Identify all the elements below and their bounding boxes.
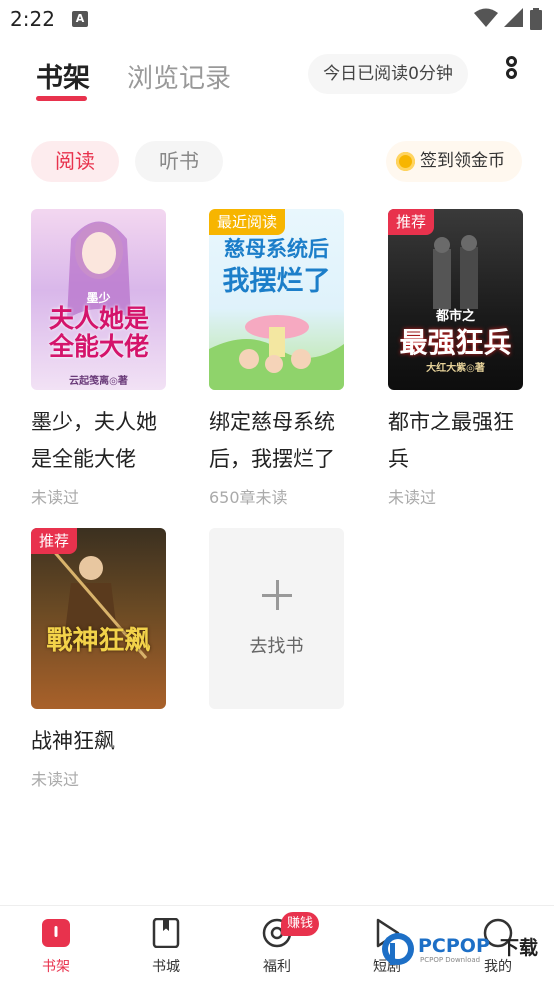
- watermark-cn: 下载: [500, 937, 539, 959]
- recommend-badge: 推荐: [31, 528, 78, 554]
- cover-author: 大红大紫◎著: [426, 363, 485, 374]
- nav-label: 书架: [42, 959, 70, 975]
- status-icons: [474, 8, 542, 30]
- book-card[interactable]: 戰神狂飙 推荐 战神狂飙 未读过: [31, 528, 166, 790]
- book-cover[interactable]: 都市之 最强狂兵 大红大紫◎著 推荐: [388, 209, 523, 390]
- find-book-label: 去找书: [249, 636, 304, 657]
- book-cover[interactable]: 慈母系统后 我摆烂了 最近阅读: [209, 209, 344, 390]
- gold-coin-icon: [396, 152, 415, 171]
- tab-bookshelf[interactable]: 书架: [36, 56, 90, 95]
- pcpop-logo-icon: [382, 933, 414, 965]
- notification-icon: A: [72, 11, 88, 27]
- book-card[interactable]: 都市之 最强狂兵 大红大紫◎著 推荐 都市之最强狂兵 未读过: [388, 209, 523, 508]
- book-title[interactable]: 都市之最强狂兵: [388, 404, 528, 478]
- book-read-status: 未读过: [31, 488, 80, 507]
- tab-browse-history[interactable]: 浏览记录: [127, 58, 231, 95]
- earn-money-badge: 赚钱: [281, 912, 319, 936]
- book-card[interactable]: 墨少 夫人她是全能大佬 云起笺离◎著 墨少，夫人她是全能大佬 未读过: [31, 209, 166, 508]
- book-title[interactable]: 绑定慈母系统后，我摆烂了: [209, 404, 349, 478]
- checkin-button[interactable]: 签到领金币: [386, 141, 522, 182]
- cover-title-line-2: 我摆烂了: [222, 266, 331, 297]
- watermark-sub: PCPOP Download: [420, 956, 481, 964]
- more-vertical-icon[interactable]: [500, 56, 522, 90]
- pcpop-watermark: PCPOP 下载 PCPOP Download: [376, 925, 554, 977]
- filter-read-chip[interactable]: 阅读: [31, 141, 119, 182]
- recommend-badge: 推荐: [388, 209, 435, 235]
- book-title[interactable]: 战神狂飙: [31, 723, 171, 760]
- recent-read-badge: 最近阅读: [209, 209, 286, 235]
- nav-item-bookstore[interactable]: 书城: [131, 917, 201, 976]
- cover-title: 最强狂兵: [399, 326, 512, 359]
- nav-item-bookshelf[interactable]: 书架: [21, 918, 91, 976]
- book-card[interactable]: 慈母系统后 我摆烂了 最近阅读 绑定慈母系统后，我摆烂了 650章未读: [209, 209, 344, 508]
- nav-label: 福利: [263, 959, 291, 975]
- book-read-status: 未读过: [388, 488, 437, 507]
- battery-icon: [530, 8, 542, 30]
- book-read-status: 650章未读: [209, 488, 288, 507]
- nav-label: 书城: [152, 959, 180, 975]
- checkin-label: 签到领金币: [420, 151, 505, 171]
- cover-title: 戰神狂飙: [46, 626, 151, 656]
- wifi-icon: [474, 8, 498, 27]
- cover-title: 夫人她是全能大佬: [48, 304, 149, 361]
- active-tab-indicator: [36, 96, 87, 101]
- book-title[interactable]: 墨少，夫人她是全能大佬: [31, 404, 171, 478]
- plus-icon: [262, 580, 292, 610]
- status-time: 2:22: [10, 7, 55, 31]
- cover-author: 云起笺离◎著: [69, 376, 128, 387]
- book-cover[interactable]: 墨少 夫人她是全能大佬 云起笺离◎著: [31, 209, 166, 390]
- find-book-card[interactable]: 去找书: [209, 528, 344, 709]
- reading-time-pill[interactable]: 今日已阅读0分钟: [308, 54, 468, 94]
- watermark-brand: PCPOP: [418, 935, 490, 957]
- bookshelf-icon: [41, 918, 71, 948]
- bookstore-icon: [151, 917, 181, 949]
- book-cover[interactable]: 戰神狂飙 推荐: [31, 528, 166, 709]
- filter-listen-chip[interactable]: 听书: [135, 141, 223, 182]
- status-bar: 2:22 A: [0, 0, 554, 38]
- signal-icon: [504, 8, 523, 27]
- header: 书架 浏览记录 今日已阅读0分钟: [0, 50, 554, 110]
- book-read-status: 未读过: [31, 770, 80, 789]
